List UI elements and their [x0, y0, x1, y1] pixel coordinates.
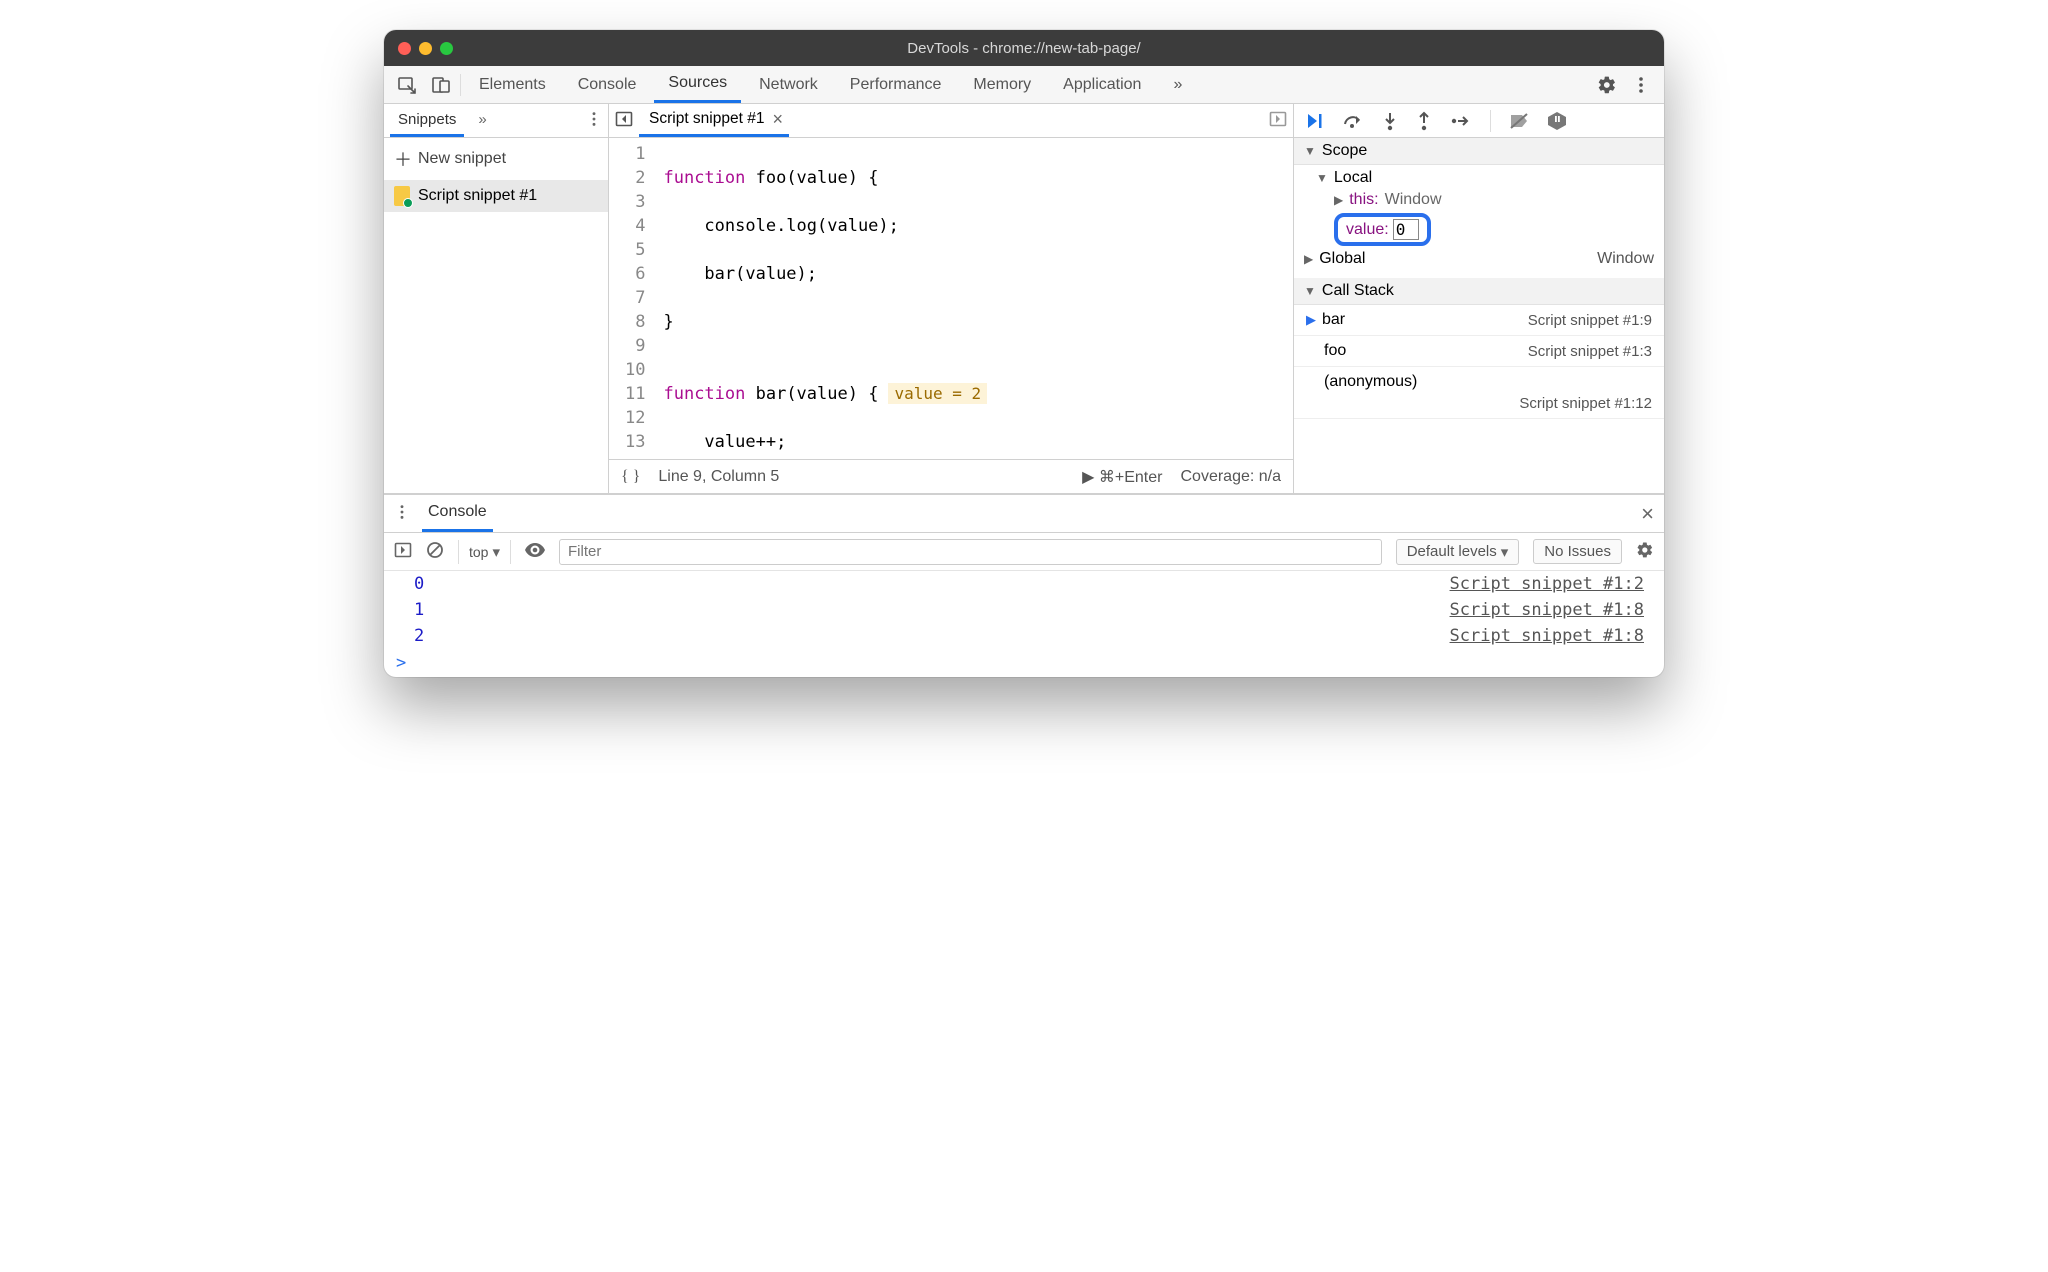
run-snippet-button[interactable]: ▶ ⌘+Enter — [1082, 467, 1162, 487]
inline-value-hint: value = 2 — [888, 383, 987, 404]
debugger-toolbar — [1294, 104, 1664, 138]
tab-elements[interactable]: Elements — [465, 66, 560, 103]
line-gutter: 12345678910111213 — [609, 138, 655, 459]
navigator-more-icon[interactable] — [586, 111, 602, 130]
callstack-section-header[interactable]: ▼ Call Stack — [1294, 278, 1664, 305]
live-expression-icon[interactable] — [525, 543, 545, 560]
code-editor[interactable]: 12345678910111213 function foo(value) { … — [609, 138, 1293, 459]
new-snippet-label: New snippet — [418, 150, 506, 168]
console-source-link[interactable]: Script snippet #1:8 — [1450, 626, 1644, 646]
step-icon[interactable] — [1450, 113, 1472, 129]
titlebar: DevTools - chrome://new-tab-page/ — [384, 30, 1664, 66]
tab-memory[interactable]: Memory — [959, 66, 1045, 103]
drawer-more-icon[interactable] — [394, 504, 410, 523]
coverage-status: Coverage: n/a — [1180, 468, 1281, 486]
console-row[interactable]: 0Script snippet #1:2 — [384, 571, 1664, 597]
tab-console[interactable]: Console — [564, 66, 651, 103]
console-source-link[interactable]: Script snippet #1:2 — [1450, 574, 1644, 594]
callstack-frame[interactable]: (anonymous) Script snippet #1:12 — [1294, 367, 1664, 419]
pretty-print-icon[interactable]: { } — [621, 468, 640, 486]
current-frame-icon: ▶ — [1306, 312, 1316, 328]
pause-on-exceptions-icon[interactable] — [1547, 111, 1567, 131]
console-drawer: Console × top▾ Default levels▾ No Issues… — [384, 494, 1664, 677]
toggle-debugger-icon[interactable] — [1269, 110, 1287, 131]
tab-performance[interactable]: Performance — [836, 66, 956, 103]
deactivate-breakpoints-icon[interactable] — [1509, 112, 1529, 130]
editor-file-tab[interactable]: Script snippet #1 × — [639, 104, 789, 137]
editor-pane: Script snippet #1 × 12345678910111213 fu… — [609, 104, 1294, 493]
device-toolbar-icon[interactable] — [426, 70, 456, 100]
new-snippet-button[interactable]: ＋ New snippet — [384, 138, 608, 180]
tabs-overflow-button[interactable]: » — [1159, 66, 1196, 103]
window-title: DevTools - chrome://new-tab-page/ — [384, 40, 1664, 57]
resume-icon[interactable] — [1304, 111, 1324, 131]
snippet-item[interactable]: Script snippet #1 — [384, 180, 608, 212]
tab-sources[interactable]: Sources — [654, 66, 741, 103]
toggle-navigator-icon[interactable] — [615, 110, 633, 131]
code-content: function foo(value) { console.log(value)… — [655, 138, 1293, 459]
drawer-tabbar: Console × — [384, 495, 1664, 533]
inspect-element-icon[interactable] — [392, 70, 422, 100]
cursor-position: Line 9, Column 5 — [658, 468, 779, 486]
step-out-icon[interactable] — [1416, 111, 1432, 131]
panel-tabstrip: Elements Console Sources Network Perform… — [384, 66, 1664, 104]
log-levels-selector[interactable]: Default levels▾ — [1396, 539, 1520, 565]
debugger-sidebar: ▼ Scope ▼Local ▶ this: Window value: — [1294, 104, 1664, 493]
more-menu-icon[interactable] — [1626, 70, 1656, 100]
scope-local-header[interactable]: ▼Local — [1294, 167, 1664, 189]
scope-global-row[interactable]: ▶ Global Window — [1294, 248, 1664, 272]
tab-network[interactable]: Network — [745, 66, 832, 103]
clear-console-icon[interactable] — [426, 541, 444, 562]
console-prompt[interactable]: > — [384, 649, 1664, 677]
navigator-sidebar: Snippets » ＋ New snippet Script snippet … — [384, 104, 609, 493]
callstack-frame[interactable]: ▶ bar Script snippet #1:9 — [1294, 305, 1664, 336]
close-tab-icon[interactable]: × — [772, 109, 783, 130]
issues-button[interactable]: No Issues — [1533, 539, 1622, 564]
step-into-icon[interactable] — [1382, 111, 1398, 131]
callstack-frame[interactable]: foo Script snippet #1:3 — [1294, 336, 1664, 367]
console-output: 0Script snippet #1:2 1Script snippet #1:… — [384, 571, 1664, 649]
sources-panel: Snippets » ＋ New snippet Script snippet … — [384, 104, 1664, 494]
execution-context-selector[interactable]: top▾ — [458, 540, 511, 564]
tab-application[interactable]: Application — [1049, 66, 1155, 103]
console-row[interactable]: 1Script snippet #1:8 — [384, 597, 1664, 623]
close-drawer-icon[interactable]: × — [1641, 501, 1654, 527]
scope-value-row[interactable]: value: — [1294, 211, 1664, 248]
scope-section-header[interactable]: ▼ Scope — [1294, 138, 1664, 165]
console-row[interactable]: 2Script snippet #1:8 — [384, 623, 1664, 649]
editor-tabbar: Script snippet #1 × — [609, 104, 1293, 138]
console-settings-icon[interactable] — [1636, 541, 1654, 562]
editor-file-tab-label: Script snippet #1 — [649, 110, 764, 128]
snippet-file-icon — [394, 186, 410, 206]
editor-statusbar: { } Line 9, Column 5 ▶ ⌘+Enter Coverage:… — [609, 459, 1293, 493]
separator — [460, 74, 461, 96]
navigator-tabs: Snippets » — [384, 104, 608, 138]
scope-this-row[interactable]: ▶ this: Window — [1294, 189, 1664, 211]
console-filter-input[interactable] — [559, 539, 1382, 565]
snippet-item-label: Script snippet #1 — [418, 187, 537, 205]
editing-value-highlight: value: — [1334, 213, 1431, 246]
console-sidemenu-icon[interactable] — [394, 541, 412, 562]
settings-icon[interactable] — [1592, 70, 1622, 100]
console-source-link[interactable]: Script snippet #1:8 — [1450, 600, 1644, 620]
navigator-tab-snippets[interactable]: Snippets — [390, 104, 464, 137]
devtools-window: DevTools - chrome://new-tab-page/ Elemen… — [384, 30, 1664, 677]
disclosure-triangle-icon: ▼ — [1304, 144, 1316, 158]
drawer-tab-console[interactable]: Console — [422, 495, 493, 532]
navigator-tabs-overflow[interactable]: » — [470, 104, 494, 137]
plus-icon: ＋ — [394, 146, 412, 172]
console-toolbar: top▾ Default levels▾ No Issues — [384, 533, 1664, 571]
scope-value-input[interactable] — [1393, 219, 1419, 240]
step-over-icon[interactable] — [1342, 112, 1364, 130]
